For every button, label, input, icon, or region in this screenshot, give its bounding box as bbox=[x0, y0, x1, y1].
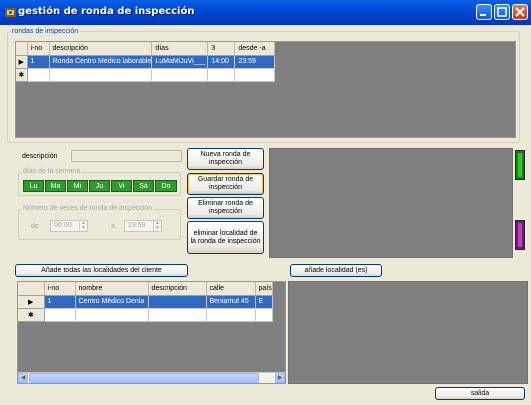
minimize-icon bbox=[480, 14, 486, 16]
column-header[interactable]: desde -a bbox=[234, 42, 276, 56]
column-header[interactable]: nombre bbox=[75, 282, 149, 296]
a-label: a bbox=[111, 223, 115, 230]
maximize-icon bbox=[497, 7, 507, 17]
table-cell[interactable] bbox=[75, 308, 149, 322]
rondas-table: i-no descripción días 3 desde -a ▶ 1 Ron… bbox=[16, 42, 276, 82]
detail-panel bbox=[269, 148, 513, 258]
table-cell[interactable] bbox=[207, 68, 236, 82]
de-label: de bbox=[31, 223, 39, 230]
table-cell[interactable] bbox=[44, 308, 76, 322]
table-cell[interactable]: Ronda Centro Médico laborable bbox=[49, 55, 153, 69]
column-header[interactable]: descripción bbox=[148, 282, 207, 296]
column-header[interactable]: 3 bbox=[207, 42, 236, 56]
horizontal-scrollbar[interactable]: ◀ ▶ bbox=[18, 372, 285, 383]
rondas-header-row: i-no descripción días 3 desde -a bbox=[16, 42, 276, 56]
de-time-value: 00:00 bbox=[54, 222, 72, 229]
spin-arrows-icon[interactable]: ▲ ▼ bbox=[153, 221, 161, 231]
new-row-marker[interactable]: ✱ bbox=[16, 68, 28, 82]
table-cell[interactable] bbox=[148, 295, 207, 309]
localidades-panel bbox=[288, 281, 528, 384]
row-header-corner bbox=[16, 42, 28, 56]
spin-arrows-icon[interactable]: ▲ ▼ bbox=[79, 221, 87, 231]
day-toggle-ma[interactable]: Ma bbox=[45, 180, 66, 192]
day-toggle-mi[interactable]: Mi bbox=[67, 180, 88, 192]
table-row[interactable]: ▶ 1 Ronda Centro Médico laborable LuMaMi… bbox=[16, 55, 276, 69]
table-cell[interactable]: Beniamut 45 bbox=[206, 295, 256, 309]
current-row-marker[interactable]: ▶ bbox=[18, 295, 45, 309]
app-icon bbox=[5, 8, 16, 17]
de-time-spinner[interactable]: 00:00 ▲ ▼ bbox=[50, 220, 88, 232]
localidades-table: i-no nombre descripción calle país ▶ 1 C… bbox=[18, 282, 273, 322]
table-cell[interactable]: 23:59 bbox=[234, 55, 276, 69]
a-time-value: 23:59 bbox=[128, 222, 146, 229]
eliminar-ronda-button[interactable]: Eliminar ronda de inspección bbox=[187, 197, 264, 219]
localidades-header-row: i-no nombre descripción calle país bbox=[18, 282, 273, 296]
minimize-button[interactable] bbox=[476, 4, 492, 20]
column-header[interactable]: descripción bbox=[49, 42, 153, 56]
table-cell[interactable] bbox=[49, 68, 153, 82]
client-area: rondas de inspección i-no descripción dí… bbox=[3, 25, 528, 402]
table-cell[interactable] bbox=[206, 308, 256, 322]
table-cell[interactable] bbox=[148, 308, 207, 322]
scroll-thumb[interactable] bbox=[29, 373, 259, 383]
new-row[interactable]: ✱ bbox=[16, 68, 276, 82]
column-header[interactable]: país bbox=[255, 282, 273, 296]
green-indicator bbox=[515, 150, 525, 180]
localidades-grid[interactable]: i-no nombre descripción calle país ▶ 1 C… bbox=[17, 281, 286, 384]
column-header[interactable]: i-no bbox=[27, 42, 50, 56]
descripcion-label: descripción bbox=[22, 153, 58, 160]
day-toggle-sa[interactable]: Sá bbox=[133, 180, 154, 192]
table-cell[interactable]: LuMaMiJuVi___ bbox=[151, 55, 209, 69]
day-toggle-lu[interactable]: Lu bbox=[23, 180, 44, 192]
table-cell[interactable]: 14:00 bbox=[207, 55, 236, 69]
table-cell[interactable]: E bbox=[255, 295, 273, 309]
guardar-ronda-button[interactable]: Guardar ronda de inspección bbox=[187, 173, 264, 195]
a-time-spinner[interactable]: 23:59 ▲ ▼ bbox=[124, 220, 162, 232]
table-cell[interactable]: 1 bbox=[44, 295, 76, 309]
close-icon bbox=[515, 7, 525, 17]
table-cell[interactable] bbox=[27, 68, 50, 82]
purple-indicator bbox=[515, 220, 525, 250]
salida-button[interactable]: salida bbox=[435, 387, 525, 400]
table-row[interactable]: ▶ 1 Centro Médico Denia Beniamut 45 E bbox=[18, 295, 273, 309]
day-toggle-ju[interactable]: Ju bbox=[89, 180, 110, 192]
rondas-grid[interactable]: i-no descripción días 3 desde -a ▶ 1 Ron… bbox=[15, 41, 516, 138]
scroll-left-icon[interactable]: ◀ bbox=[18, 373, 28, 383]
main-window: gestión de ronda de inspección rondas de… bbox=[0, 0, 531, 405]
rondas-group-label: rondas de inspección bbox=[11, 27, 80, 36]
window-title: gestión de ronda de inspección bbox=[18, 6, 195, 17]
close-button[interactable] bbox=[512, 4, 528, 20]
days-row: Lu Ma Mi Ju Vi Sá Do bbox=[23, 180, 178, 192]
anade-todas-button[interactable]: Añade todas las localidades del cliente bbox=[15, 264, 188, 277]
dias-group-label: días de la semana bbox=[22, 167, 82, 176]
new-row[interactable]: ✱ bbox=[18, 308, 273, 322]
new-row-marker[interactable]: ✱ bbox=[18, 308, 45, 322]
table-cell[interactable]: Centro Médico Denia bbox=[75, 295, 149, 309]
table-cell[interactable] bbox=[151, 68, 209, 82]
eliminar-localidad-button[interactable]: eliminar localidad de la ronda de inspec… bbox=[187, 221, 264, 254]
anade-localidad-button[interactable]: añade localidad (es) bbox=[290, 264, 382, 277]
table-cell[interactable] bbox=[234, 68, 276, 82]
day-toggle-vi[interactable]: Vi bbox=[111, 180, 132, 192]
nueva-ronda-button[interactable]: Nueva ronda de inspección bbox=[187, 148, 264, 170]
column-header[interactable]: calle bbox=[206, 282, 256, 296]
table-cell[interactable]: 1 bbox=[27, 55, 50, 69]
table-cell[interactable] bbox=[255, 308, 273, 322]
row-header-corner bbox=[18, 282, 45, 296]
title-bar[interactable]: gestión de ronda de inspección bbox=[0, 0, 531, 25]
day-toggle-do[interactable]: Do bbox=[155, 180, 177, 192]
column-header[interactable]: i-no bbox=[44, 282, 76, 296]
descripcion-field[interactable] bbox=[71, 150, 182, 162]
current-row-marker[interactable]: ▶ bbox=[16, 55, 28, 69]
maximize-button[interactable] bbox=[494, 4, 510, 20]
scroll-right-icon[interactable]: ▶ bbox=[275, 373, 285, 383]
numero-group-label: Número de veces de ronda de inspección bbox=[22, 204, 154, 213]
column-header[interactable]: días bbox=[151, 42, 209, 56]
